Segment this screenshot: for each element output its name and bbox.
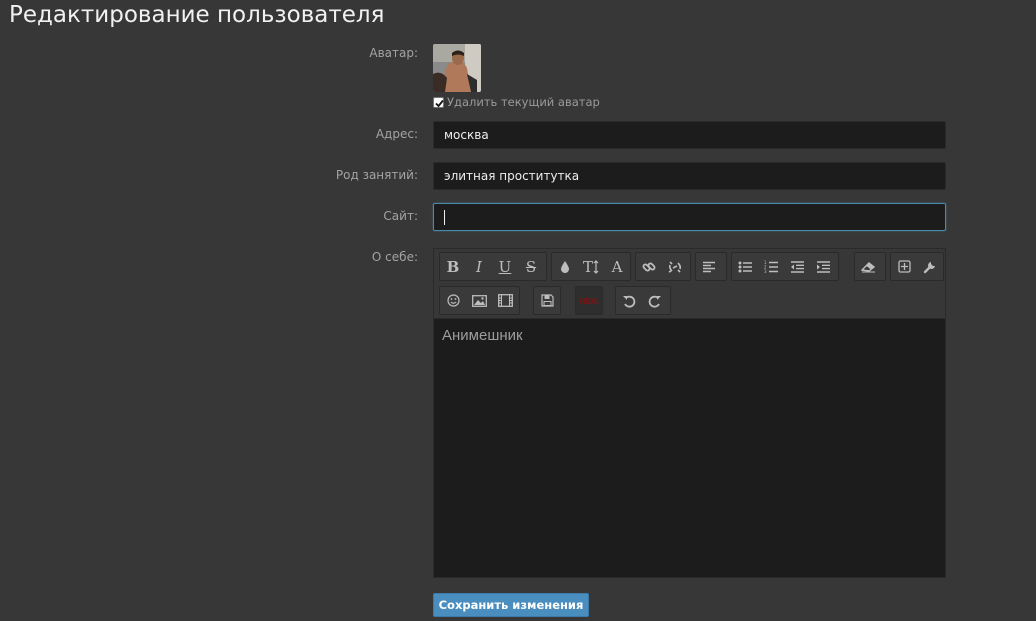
site-input[interactable] xyxy=(433,203,946,231)
bullet-list-icon[interactable] xyxy=(732,253,758,280)
toolbar-group-save xyxy=(533,286,561,315)
underline-button[interactable]: U xyxy=(492,253,518,280)
outdent-icon[interactable] xyxy=(784,253,810,280)
save-draft-icon[interactable] xyxy=(534,287,560,314)
about-editor: B I U S T A 1 2 3 HIDE Анимешник xyxy=(433,248,946,578)
color-drop-icon[interactable] xyxy=(552,253,578,280)
indent-icon[interactable] xyxy=(810,253,836,280)
redo-icon[interactable] xyxy=(642,287,668,314)
editor-toolbar: B I U S T A 1 2 3 HIDE xyxy=(434,249,945,318)
font-size-button[interactable]: T xyxy=(578,253,604,280)
delete-avatar-checkbox[interactable] xyxy=(433,96,444,108)
video-icon[interactable] xyxy=(492,287,518,314)
site-label: Сайт: xyxy=(383,209,418,223)
toolbar-group-align xyxy=(695,252,727,281)
text-caret xyxy=(444,210,445,225)
svg-text:3: 3 xyxy=(764,269,767,273)
edit-user-page: Редактирование пользователя Аватар: Удал… xyxy=(0,0,1036,621)
toolbar-group-font: T A xyxy=(551,252,631,281)
toolbar-group-extra xyxy=(890,252,944,281)
toolbar-group-clear xyxy=(854,252,886,281)
occupation-label: Род занятий: xyxy=(335,168,418,182)
table-icon[interactable] xyxy=(891,253,917,280)
strikethrough-button[interactable]: S xyxy=(518,253,544,280)
avatar xyxy=(433,44,481,92)
undo-icon[interactable] xyxy=(616,287,642,314)
toolbar-group-hide: HIDE xyxy=(575,286,603,315)
eraser-icon[interactable] xyxy=(855,253,881,280)
numbered-list-icon[interactable]: 123 xyxy=(758,253,784,280)
page-title: Редактирование пользователя xyxy=(9,2,385,28)
toolbar-group-links xyxy=(635,252,691,281)
wrench-icon[interactable] xyxy=(917,253,943,280)
italic-button[interactable]: I xyxy=(466,253,492,280)
font-family-button[interactable]: A xyxy=(604,253,630,280)
delete-avatar-row[interactable]: Удалить текущий аватар xyxy=(433,95,600,109)
toolbar-group-text-style: B I U S xyxy=(439,252,547,281)
delete-avatar-label: Удалить текущий аватар xyxy=(447,95,600,109)
about-label: О себе: xyxy=(371,250,418,264)
align-left-icon[interactable] xyxy=(696,253,722,280)
about-textarea[interactable]: Анимешник xyxy=(434,318,945,577)
bold-button[interactable]: B xyxy=(440,253,466,280)
address-input[interactable]: москва xyxy=(433,121,946,149)
font-size-letter: T xyxy=(582,257,593,276)
toolbar-group-lists: 123 xyxy=(731,252,839,281)
smiley-icon[interactable] xyxy=(440,287,466,314)
address-label: Адрес: xyxy=(375,127,418,141)
toolbar-group-history xyxy=(615,286,671,315)
occupation-input[interactable]: элитная проститутка xyxy=(433,162,946,190)
unlink-icon[interactable] xyxy=(662,253,688,280)
toolbar-group-media xyxy=(439,286,520,315)
save-changes-button[interactable]: Сохранить изменения xyxy=(433,593,589,617)
image-icon[interactable] xyxy=(466,287,492,314)
link-icon[interactable] xyxy=(636,253,662,280)
avatar-label: Аватар: xyxy=(369,46,418,60)
hide-button[interactable]: HIDE xyxy=(576,287,602,314)
